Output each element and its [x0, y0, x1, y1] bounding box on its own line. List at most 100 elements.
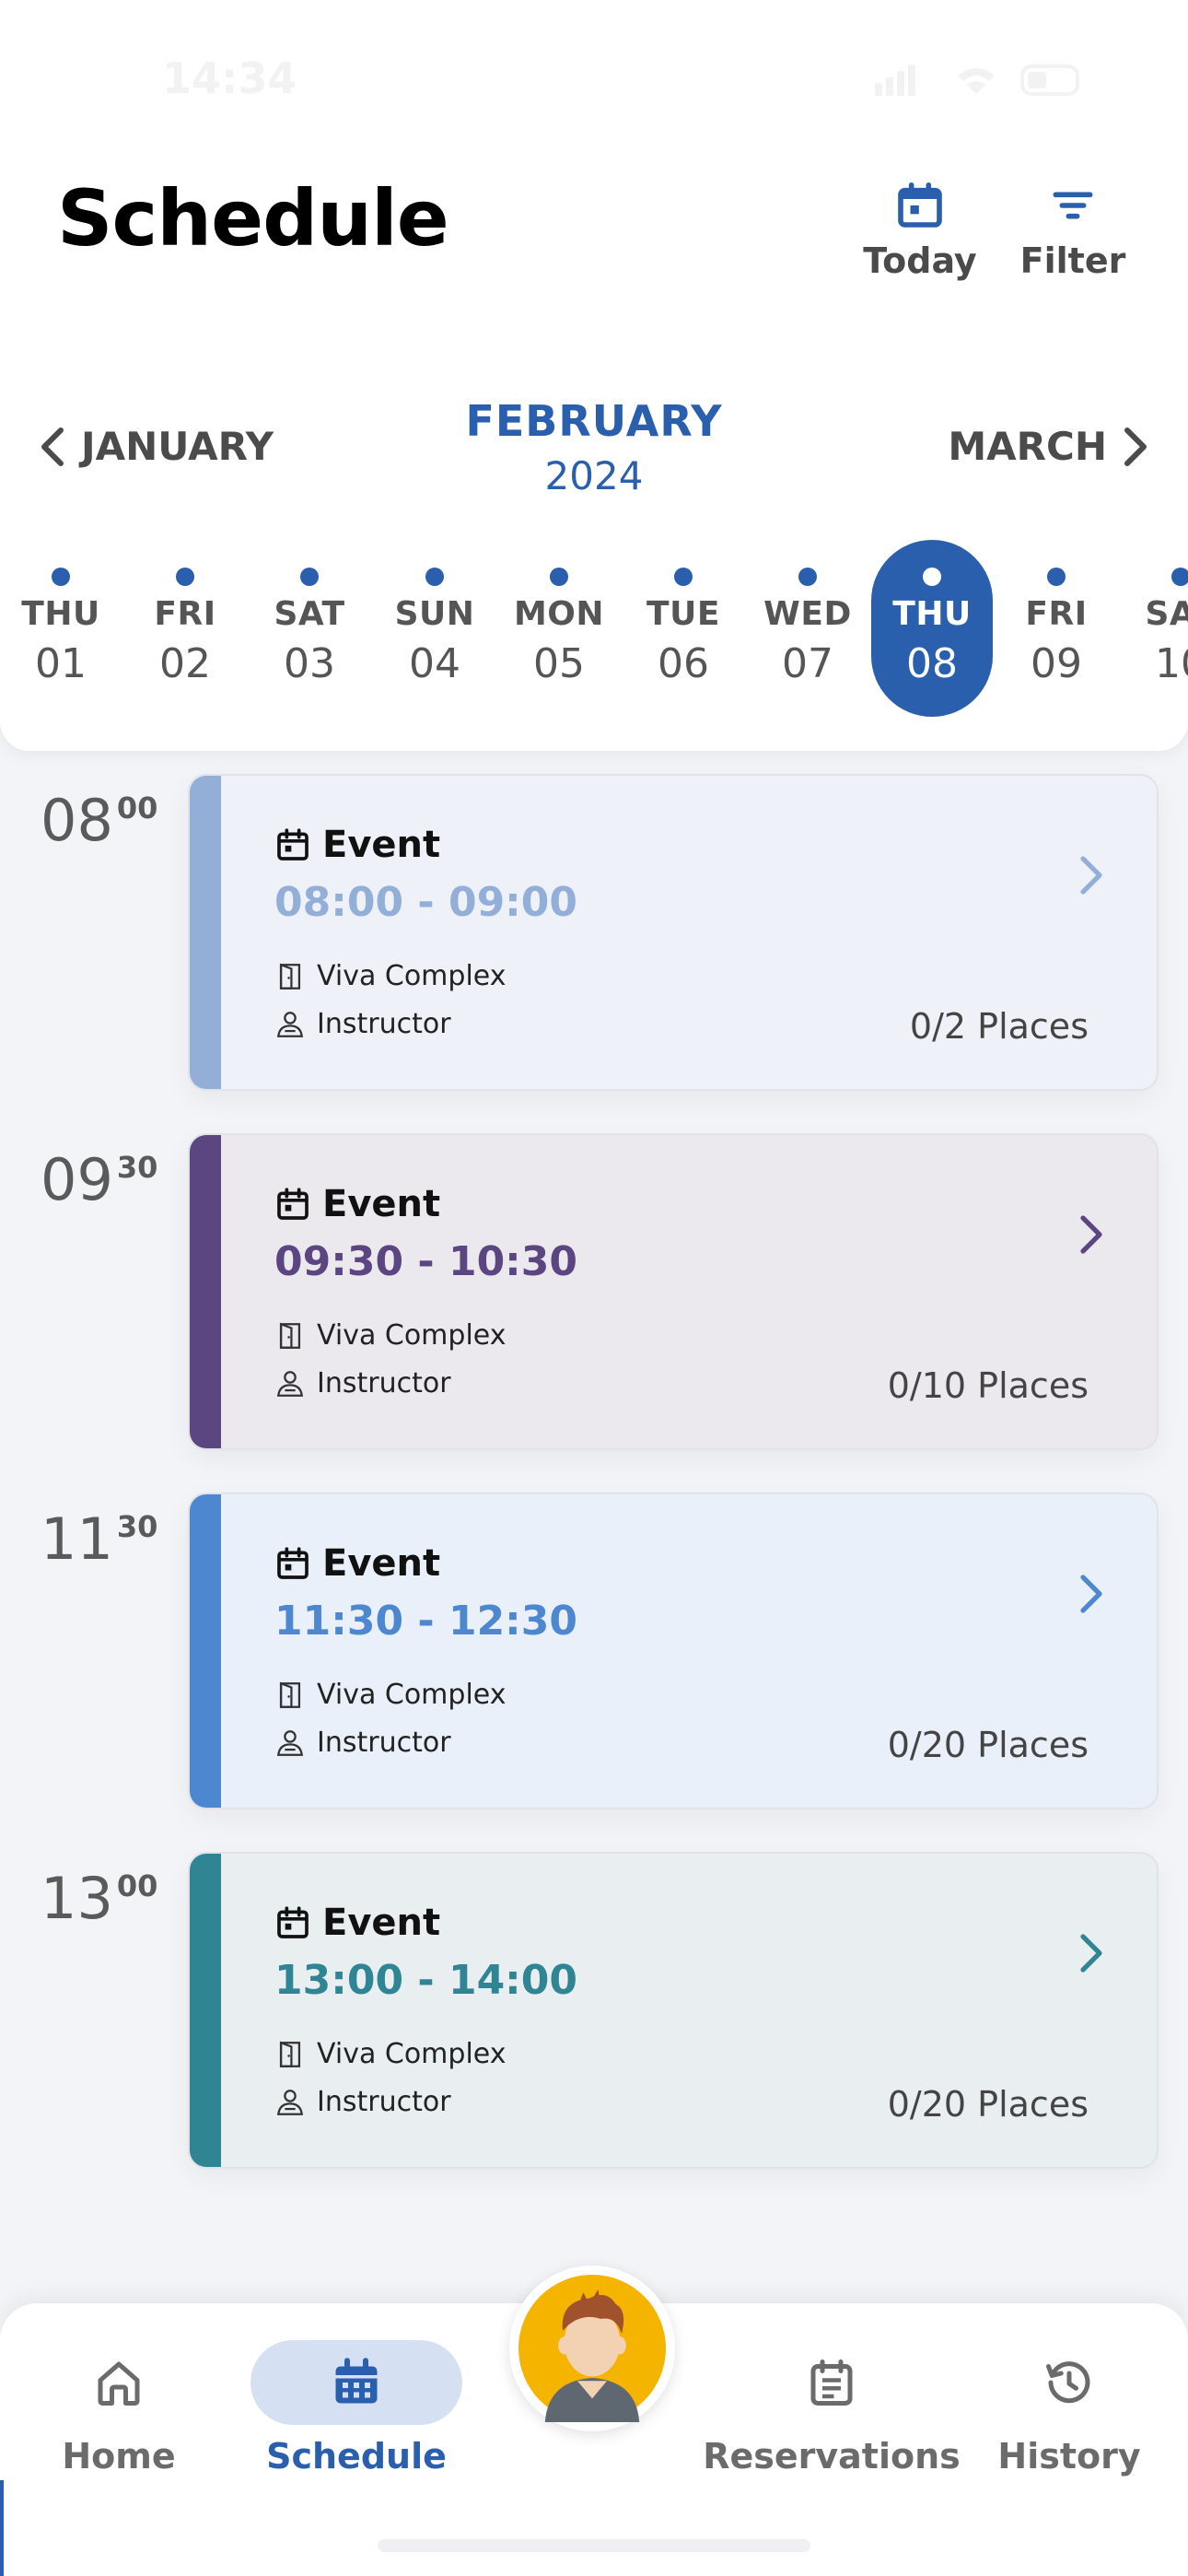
- history-icon: [1046, 2361, 1090, 2404]
- nav-icon-wrap: [250, 2340, 462, 2425]
- calendar-icon: [898, 182, 942, 228]
- time-minute: 30: [116, 1509, 158, 1544]
- day-item[interactable]: TUE 06: [623, 540, 744, 717]
- nav-schedule-label: Schedule: [266, 2436, 447, 2476]
- day-item[interactable]: WED 07: [747, 540, 868, 717]
- event-dot: [176, 568, 194, 586]
- event-location-text: Viva Complex: [317, 960, 507, 992]
- event-card[interactable]: Event 13:00 - 14:00 Viva Complex Instruc…: [188, 1852, 1159, 2169]
- door-icon: [279, 1681, 301, 1708]
- event-time-range: 13:00 - 14:00: [274, 1957, 578, 2004]
- reservations-icon: [810, 2359, 853, 2406]
- event-dot: [550, 568, 568, 586]
- instructor-icon: [276, 1370, 304, 1397]
- time-hour: 08: [41, 787, 113, 854]
- event-instructor-text: Instructor: [317, 1727, 451, 1759]
- event-title: Event: [274, 1542, 440, 1585]
- time-minute: 00: [116, 1868, 158, 1903]
- calendar-icon: [277, 1188, 309, 1220]
- event-accent-bar: [190, 1854, 221, 2167]
- chevron-right-icon: [1080, 1934, 1102, 1973]
- status-icons: [875, 61, 1087, 98]
- day-item[interactable]: SAT 10: [1120, 540, 1188, 717]
- event-time-range: 08:00 - 09:00: [274, 879, 578, 926]
- day-item-selected[interactable]: THU 08: [871, 540, 993, 717]
- time-slot-label: 08 00: [41, 787, 169, 854]
- nav-reservations[interactable]: Reservations: [703, 2340, 961, 2476]
- event-instructor-text: Instructor: [317, 1367, 451, 1399]
- time-minute: 30: [116, 1150, 158, 1185]
- event-card[interactable]: Event 08:00 - 09:00 Viva Complex Instruc…: [188, 774, 1159, 1091]
- day-name: FRI: [1025, 595, 1088, 633]
- event-card[interactable]: Event 09:30 - 10:30 Viva Complex Instruc…: [188, 1133, 1159, 1450]
- home-indicator[interactable]: [378, 2539, 810, 2552]
- event-location: Viva Complex: [274, 1319, 506, 1352]
- day-number: 05: [533, 640, 585, 687]
- nav-reservations-label: Reservations: [703, 2436, 961, 2476]
- event-card[interactable]: Event 11:30 - 12:30 Viva Complex Instruc…: [188, 1493, 1159, 1809]
- event-places: 0/2 Places: [909, 1006, 1089, 1047]
- calendar-icon: [277, 1906, 309, 1938]
- event-dot: [300, 568, 319, 586]
- page-title: Schedule: [57, 173, 449, 263]
- event-places: 0/20 Places: [887, 2084, 1089, 2125]
- event-location: Viva Complex: [274, 2038, 506, 2070]
- event-dot: [1047, 568, 1066, 586]
- event-dot: [798, 568, 817, 586]
- day-number: 02: [159, 640, 211, 687]
- event-title-text: Event: [322, 1902, 441, 1944]
- day-name: SAT: [1145, 595, 1188, 633]
- time-slot-label: 09 30: [41, 1146, 169, 1213]
- next-month-button[interactable]: MARCH: [948, 424, 1151, 469]
- calendar-icon: [277, 828, 309, 861]
- home-icon: [98, 2361, 140, 2406]
- day-item[interactable]: FRI 02: [124, 540, 246, 717]
- filter-button[interactable]: Filter: [1013, 180, 1133, 281]
- event-time-range: 09:30 - 10:30: [274, 1238, 578, 1285]
- event-title-text: Event: [322, 824, 441, 866]
- event-title: Event: [274, 1183, 440, 1225]
- nav-schedule[interactable]: Schedule: [250, 2340, 462, 2476]
- event-title: Event: [274, 824, 440, 866]
- chevron-right-icon: [1124, 427, 1147, 466]
- nav-history[interactable]: History: [997, 2340, 1141, 2476]
- chevron-right-icon: [1080, 1215, 1102, 1254]
- day-name: SUN: [394, 595, 475, 633]
- event-location: Viva Complex: [274, 1679, 506, 1711]
- day-item[interactable]: SUN 04: [374, 540, 495, 717]
- chevron-right-icon: [1080, 1575, 1102, 1613]
- chevron-right-icon: [1080, 856, 1102, 895]
- edge-marker: [0, 2480, 4, 2576]
- event-instructor-text: Instructor: [317, 1008, 451, 1040]
- event-instructor: Instructor: [274, 2086, 451, 2118]
- month-navigator: JANUARY FEBRUARY 2024 MARCH: [0, 387, 1188, 498]
- event-location-text: Viva Complex: [317, 1319, 507, 1352]
- event-dot: [52, 568, 70, 586]
- instructor-icon: [276, 2089, 304, 2115]
- event-location-text: Viva Complex: [317, 1679, 507, 1711]
- nav-home[interactable]: Home: [57, 2340, 181, 2476]
- day-item[interactable]: FRI 09: [996, 540, 1117, 717]
- nav-icon-wrap: [804, 2340, 859, 2425]
- day-item[interactable]: THU 01: [0, 540, 122, 717]
- day-name: FRI: [154, 595, 216, 633]
- event-location-text: Viva Complex: [317, 2038, 507, 2070]
- day-number: 09: [1031, 640, 1082, 687]
- time-hour: 09: [41, 1146, 113, 1213]
- day-selector: THU 01 FRI 02 SAT 03 SUN 04 MON 05 TUE 0…: [0, 540, 1188, 724]
- day-name: THU: [21, 595, 100, 633]
- today-button[interactable]: Today: [860, 180, 980, 281]
- event-dot: [1171, 568, 1188, 586]
- day-number: 08: [906, 640, 958, 687]
- event-time-range: 11:30 - 12:30: [274, 1598, 578, 1645]
- day-number: 01: [35, 640, 87, 687]
- instructor-icon: [276, 1011, 304, 1037]
- door-icon: [279, 2041, 301, 2067]
- calendar-icon: [277, 1547, 309, 1579]
- nav-icon-wrap: [91, 2340, 146, 2425]
- next-month-label: MARCH: [948, 424, 1107, 469]
- day-item[interactable]: SAT 03: [249, 540, 370, 717]
- day-item[interactable]: MON 05: [498, 540, 620, 717]
- profile-avatar-button[interactable]: [509, 2266, 675, 2431]
- day-name: THU: [892, 595, 972, 633]
